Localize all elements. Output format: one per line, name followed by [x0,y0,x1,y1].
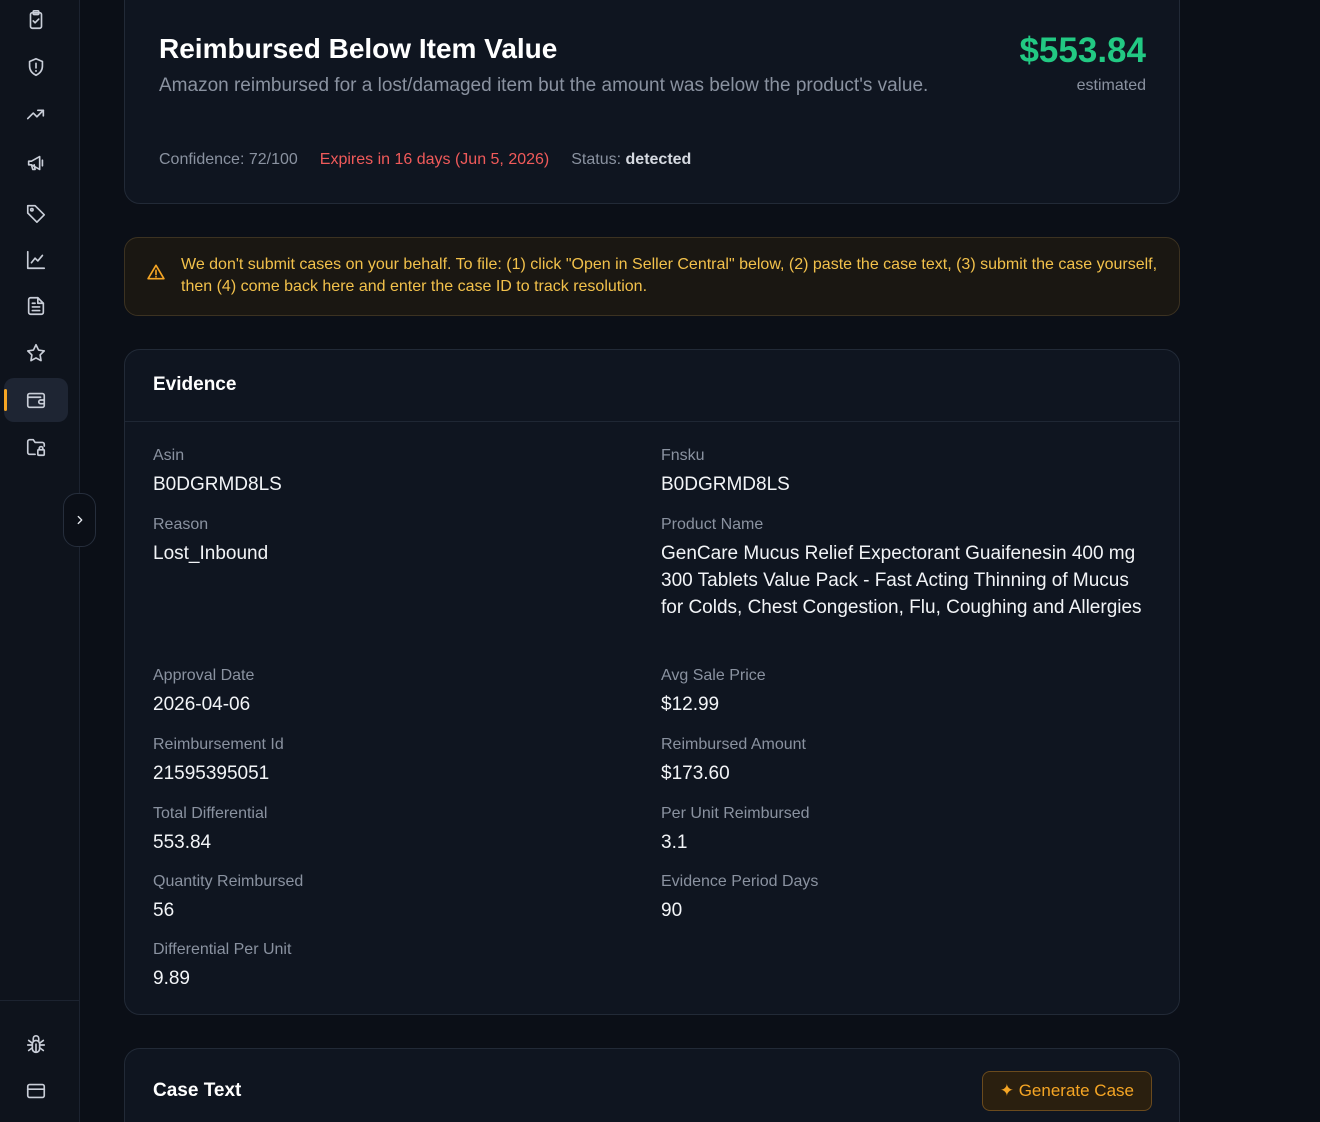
status-value: detected [625,151,692,168]
wallet-icon [26,392,46,409]
amount-caption: estimated [1076,77,1146,94]
field-value: 3.1 [661,832,688,853]
field-value: 553.84 [153,832,212,853]
field-avg-sale-price: Avg Sale Price $12.99 [661,666,1151,718]
sidebar-item-analytics[interactable] [4,238,68,282]
field-fnsku: Fnsku B0DGRMD8LS [661,446,1151,498]
field-label: Product Name [661,516,764,533]
field-label: Fnsku [661,447,705,464]
field-value: 9.89 [153,968,190,989]
field-value: 21595395051 [153,763,270,784]
field-approval-date: Approval Date 2026-04-06 [153,666,643,718]
field-value: Lost_Inbound [153,543,269,564]
claim-description: Amazon reimbursed for a lost/damaged ite… [159,75,929,96]
evidence-title: Evidence [153,374,237,395]
line-chart-icon [26,250,46,270]
filing-notice: We don't submit cases on your behalf. To… [124,237,1180,316]
credit-card-icon [26,1083,46,1099]
claim-title: Reimbursed Below Item Value [159,33,558,64]
sidebar-item-reports[interactable] [4,284,68,328]
sidebar-item-debug[interactable] [4,1023,68,1067]
warning-triangle-icon [146,262,166,282]
field-reason: Reason Lost_Inbound [153,515,643,567]
field-label: Reimbursement Id [153,736,284,753]
field-label: Per Unit Reimbursed [661,805,810,822]
field-value: B0DGRMD8LS [661,474,790,495]
sidebar-item-documents[interactable] [4,425,68,469]
field-label: Reimbursed Amount [661,736,806,753]
sidebar-item-tasks[interactable] [4,0,68,42]
status-label: Status: [571,151,622,168]
sidebar-item-campaigns[interactable] [4,141,68,185]
field-evidence-period-days: Evidence Period Days 90 [661,872,1151,924]
trending-up-icon [26,109,45,120]
field-reimbursed-amount: Reimbursed Amount $173.60 [661,735,1151,787]
file-text-icon [27,296,45,316]
generate-case-button[interactable]: ✦ Generate Case [981,1071,1152,1111]
field-asin: Asin B0DGRMD8LS [153,446,643,498]
status-badge: Status: detected [571,151,691,169]
sidebar-item-trends[interactable] [4,92,68,136]
field-value: 90 [661,900,683,921]
field-value: GenCare Mucus Relief Expectorant Guaifen… [661,543,1142,618]
sidebar-divider [0,1000,80,1001]
folder-lock-icon [26,438,46,457]
field-differential-per-unit: Differential Per Unit 9.89 [153,940,643,992]
tag-icon [26,204,46,223]
sidebar-item-reimbursements[interactable] [4,378,68,422]
sidebar-item-pricing[interactable] [4,191,68,235]
sidebar-item-reviews[interactable] [4,331,68,375]
claim-header-card: Reimbursed Below Item Value Amazon reimb… [124,0,1180,204]
field-value: B0DGRMD8LS [153,474,282,495]
field-label: Avg Sale Price [661,667,766,684]
chevron-right-icon [77,515,82,525]
notice-text: We don't submit cases on your behalf. To… [181,256,1158,295]
case-text-title: Case Text [153,1080,242,1101]
field-value: 56 [153,900,175,921]
field-label: Differential Per Unit [153,941,292,958]
expiry-warning: Expires in 16 days (Jun 5, 2026) [319,151,550,168]
field-value: $12.99 [661,694,720,715]
sidebar [0,0,80,1122]
field-label: Asin [153,447,185,464]
evidence-card: Evidence Asin B0DGRMD8LS Fnsku B0DGRMD8L… [124,349,1180,1015]
sidebar-expand-button[interactable] [63,493,96,547]
case-text-card: Case Text ✦ Generate Case [124,1048,1180,1122]
confidence-score: Confidence: 72/100 [159,151,298,168]
sidebar-item-billing[interactable] [4,1069,68,1113]
field-product-name: Product Name GenCare Mucus Relief Expect… [661,515,1151,621]
field-label: Quantity Reimbursed [153,873,304,890]
field-label: Reason [153,516,209,533]
claim-meta: Confidence: 72/100 Expires in 16 days (J… [159,151,691,169]
field-value: $173.60 [661,763,730,784]
sidebar-item-protection[interactable] [4,45,68,89]
field-per-unit-reimbursed: Per Unit Reimbursed 3.1 [661,804,1151,856]
field-label: Approval Date [153,667,255,684]
field-quantity-reimbursed: Quantity Reimbursed 56 [153,872,643,924]
evidence-divider [125,421,1179,422]
field-label: Evidence Period Days [661,873,819,890]
megaphone-icon [27,155,44,171]
clipboard-check-icon [29,10,43,30]
shield-alert-icon [28,57,44,77]
field-reimbursement-id: Reimbursement Id 21595395051 [153,735,643,787]
field-label: Total Differential [153,805,268,822]
estimated-amount: $553.84 [1019,31,1146,70]
bug-icon [26,1035,46,1054]
star-icon [26,343,46,362]
field-total-differential: Total Differential 553.84 [153,804,643,856]
field-value: 2026-04-06 [153,694,251,715]
